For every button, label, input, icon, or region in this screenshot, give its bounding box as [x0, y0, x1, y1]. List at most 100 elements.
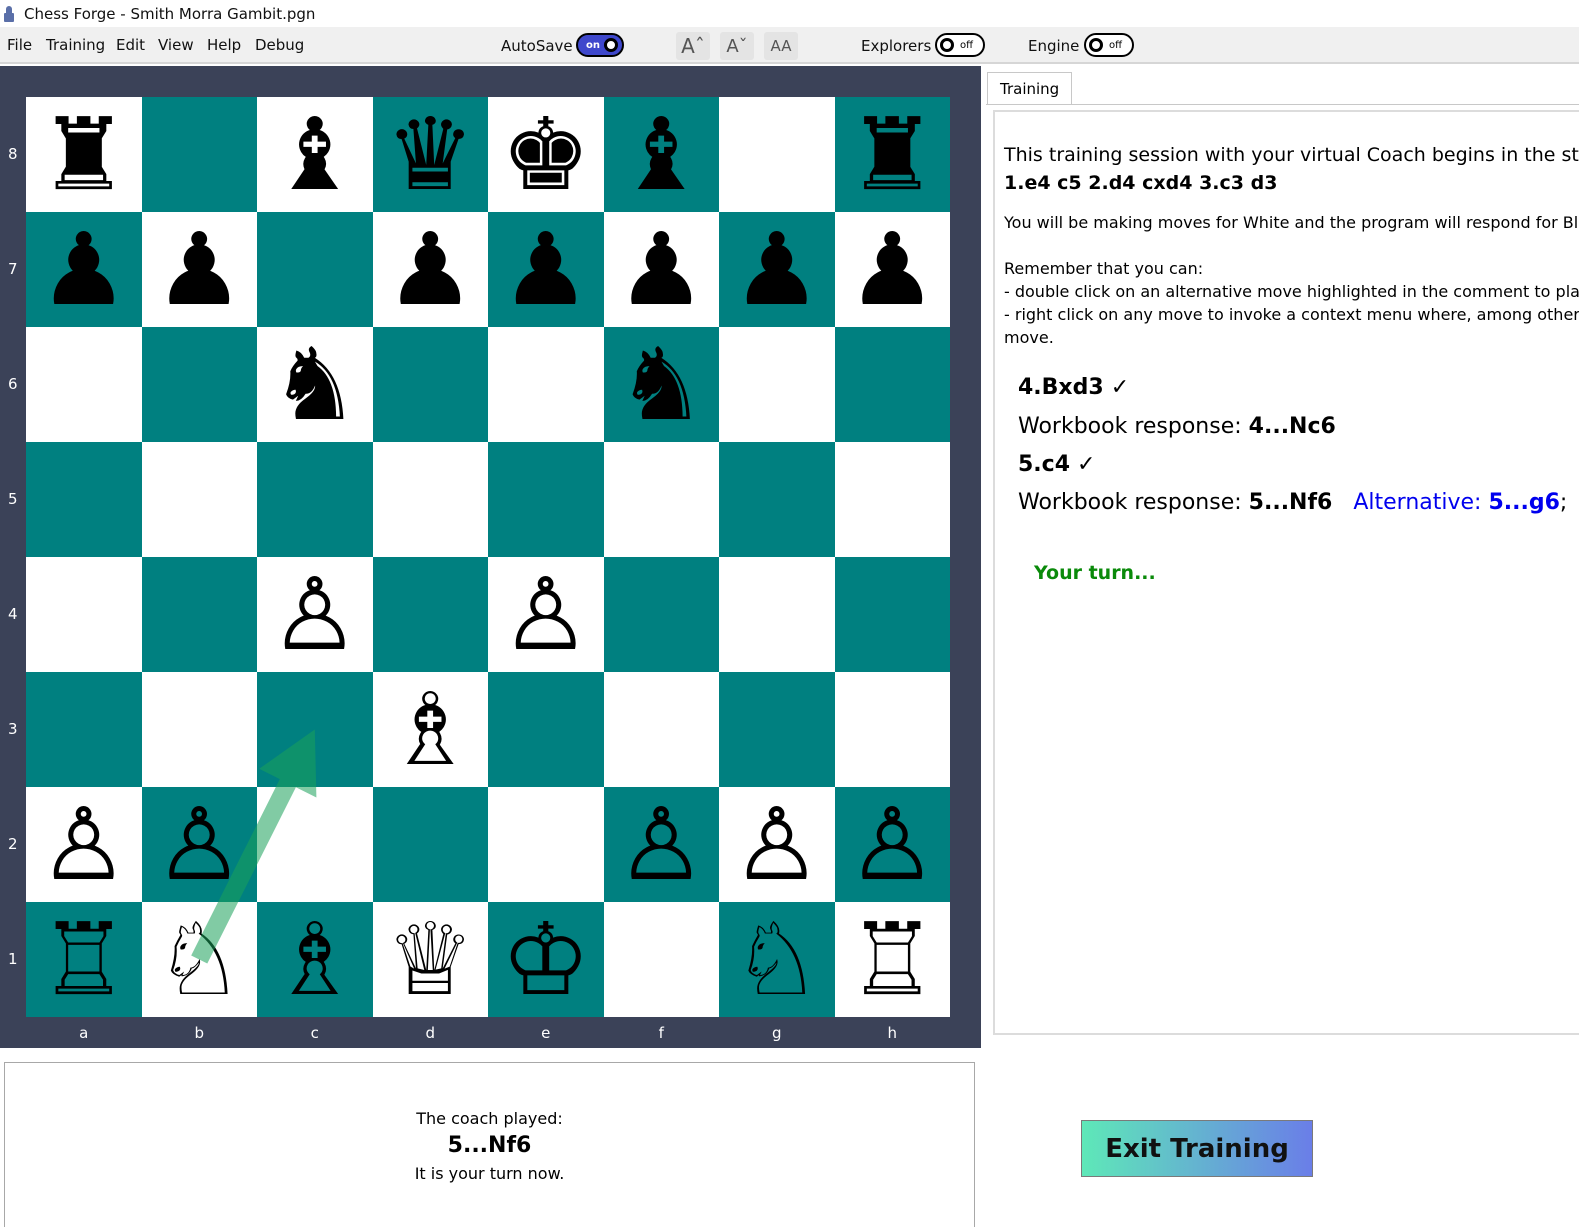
square-a5[interactable]: [26, 442, 142, 557]
black-pawn-icon[interactable]: ♟: [847, 219, 937, 320]
square-b1[interactable]: ♘: [141, 902, 257, 1017]
square-a7[interactable]: ♟: [26, 212, 142, 327]
square-e8[interactable]: ♚: [488, 97, 604, 212]
white-pawn-icon[interactable]: ♙: [39, 794, 129, 895]
square-h6[interactable]: [834, 327, 950, 442]
alternative-move[interactable]: 5...g6: [1488, 490, 1559, 515]
square-b2[interactable]: ♙: [141, 787, 257, 902]
square-h7[interactable]: ♟: [834, 212, 950, 327]
black-king-icon[interactable]: ♚: [501, 104, 591, 205]
autosave-toggle[interactable]: on: [576, 33, 624, 57]
square-b6[interactable]: [141, 327, 257, 442]
square-a6[interactable]: [26, 327, 142, 442]
square-e3[interactable]: [488, 672, 604, 787]
square-c8[interactable]: ♝: [257, 97, 373, 212]
tab-training[interactable]: Training: [987, 72, 1073, 105]
square-e5[interactable]: [488, 442, 604, 557]
square-h2[interactable]: ♙: [834, 787, 950, 902]
square-g7[interactable]: ♟: [719, 212, 835, 327]
square-f8[interactable]: ♝: [603, 97, 719, 212]
menu-debug[interactable]: Debug: [255, 36, 304, 54]
square-d7[interactable]: ♟: [372, 212, 488, 327]
white-queen-icon[interactable]: ♕: [385, 909, 475, 1010]
square-e6[interactable]: [488, 327, 604, 442]
white-bishop-icon[interactable]: ♗: [385, 679, 475, 780]
exit-training-button[interactable]: Exit Training: [1081, 1120, 1313, 1177]
font-increase-button[interactable]: Aˆ: [676, 32, 710, 60]
white-knight-icon[interactable]: ♘: [154, 909, 244, 1010]
square-c3[interactable]: [257, 672, 373, 787]
black-knight-icon[interactable]: ♞: [616, 334, 706, 435]
workbook-response-move[interactable]: 4...Nc6: [1249, 414, 1336, 439]
square-d2[interactable]: [372, 787, 488, 902]
menu-help[interactable]: Help: [207, 36, 241, 54]
square-c2[interactable]: [257, 787, 373, 902]
white-pawn-icon[interactable]: ♙: [270, 564, 360, 665]
black-pawn-icon[interactable]: ♟: [39, 219, 129, 320]
square-e4[interactable]: ♙: [488, 557, 604, 672]
square-b4[interactable]: [141, 557, 257, 672]
square-f4[interactable]: [603, 557, 719, 672]
square-a1[interactable]: ♖: [26, 902, 142, 1017]
explorers-toggle[interactable]: off: [935, 33, 985, 57]
black-rook-icon[interactable]: ♜: [847, 104, 937, 205]
square-a8[interactable]: ♜: [26, 97, 142, 212]
square-c6[interactable]: ♞: [257, 327, 373, 442]
square-e1[interactable]: ♔: [488, 902, 604, 1017]
square-g8[interactable]: [719, 97, 835, 212]
square-f7[interactable]: ♟: [603, 212, 719, 327]
black-rook-icon[interactable]: ♜: [39, 104, 129, 205]
square-f6[interactable]: ♞: [603, 327, 719, 442]
user-move[interactable]: 4.Bxd3: [1018, 375, 1104, 400]
square-f5[interactable]: [603, 442, 719, 557]
white-pawn-icon[interactable]: ♙: [732, 794, 822, 895]
font-fixed-button[interactable]: AA: [764, 32, 798, 60]
menu-training[interactable]: Training: [46, 36, 105, 54]
square-e2[interactable]: [488, 787, 604, 902]
square-h8[interactable]: ♜: [834, 97, 950, 212]
black-knight-icon[interactable]: ♞: [270, 334, 360, 435]
square-b8[interactable]: [141, 97, 257, 212]
menu-view[interactable]: View: [158, 36, 194, 54]
font-decrease-button[interactable]: Aˇ: [720, 32, 754, 60]
square-g2[interactable]: ♙: [719, 787, 835, 902]
square-f1[interactable]: [603, 902, 719, 1017]
white-king-icon[interactable]: ♔: [501, 909, 591, 1010]
white-pawn-icon[interactable]: ♙: [847, 794, 937, 895]
square-g4[interactable]: [719, 557, 835, 672]
workbook-response-move[interactable]: 5...Nf6: [1249, 490, 1333, 515]
intro-moves[interactable]: 1.e4 c5 2.d4 cxd4 3.c3 d3: [1004, 172, 1277, 194]
square-h1[interactable]: ♖: [834, 902, 950, 1017]
square-h3[interactable]: [834, 672, 950, 787]
square-e7[interactable]: ♟: [488, 212, 604, 327]
white-rook-icon[interactable]: ♖: [847, 909, 937, 1010]
black-pawn-icon[interactable]: ♟: [732, 219, 822, 320]
square-c1[interactable]: ♗: [257, 902, 373, 1017]
white-pawn-icon[interactable]: ♙: [501, 564, 591, 665]
square-c5[interactable]: [257, 442, 373, 557]
square-c7[interactable]: [257, 212, 373, 327]
square-d8[interactable]: ♛: [372, 97, 488, 212]
black-queen-icon[interactable]: ♛: [385, 104, 475, 205]
square-b3[interactable]: [141, 672, 257, 787]
black-bishop-icon[interactable]: ♝: [270, 104, 360, 205]
black-pawn-icon[interactable]: ♟: [154, 219, 244, 320]
black-bishop-icon[interactable]: ♝: [616, 104, 706, 205]
square-g3[interactable]: [719, 672, 835, 787]
square-h4[interactable]: [834, 557, 950, 672]
white-rook-icon[interactable]: ♖: [39, 909, 129, 1010]
square-f3[interactable]: [603, 672, 719, 787]
square-g6[interactable]: [719, 327, 835, 442]
square-a4[interactable]: [26, 557, 142, 672]
black-pawn-icon[interactable]: ♟: [385, 219, 475, 320]
white-pawn-icon[interactable]: ♙: [154, 794, 244, 895]
square-a3[interactable]: [26, 672, 142, 787]
black-pawn-icon[interactable]: ♟: [616, 219, 706, 320]
square-g1[interactable]: ♘: [719, 902, 835, 1017]
square-b7[interactable]: ♟: [141, 212, 257, 327]
menu-edit[interactable]: Edit: [116, 36, 145, 54]
square-h5[interactable]: [834, 442, 950, 557]
square-d4[interactable]: [372, 557, 488, 672]
square-d6[interactable]: [372, 327, 488, 442]
square-a2[interactable]: ♙: [26, 787, 142, 902]
